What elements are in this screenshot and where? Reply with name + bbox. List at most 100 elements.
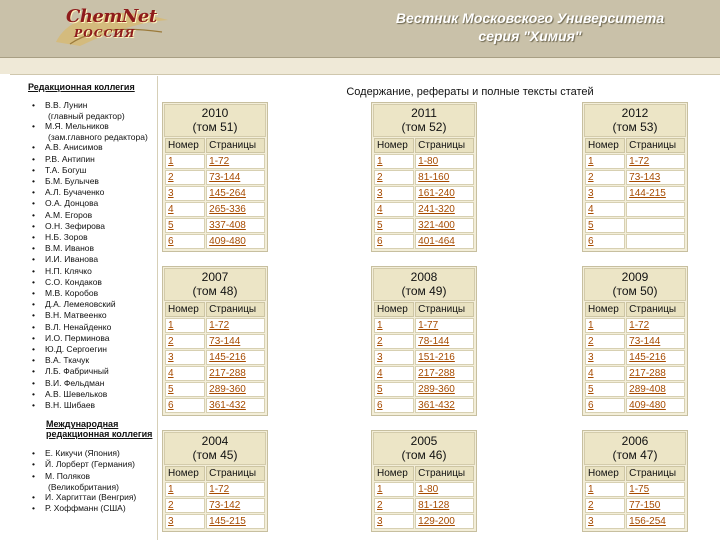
- issue-number-link[interactable]: 2: [588, 500, 594, 511]
- pages-link[interactable]: 1-72: [629, 320, 649, 331]
- pages-link[interactable]: 289-360: [209, 384, 246, 395]
- issue-number-link[interactable]: 4: [168, 204, 174, 215]
- pages-link[interactable]: 1-72: [209, 320, 229, 331]
- issue-number-link[interactable]: 5: [377, 384, 383, 395]
- pages-link[interactable]: 156-254: [629, 516, 666, 527]
- pages-link[interactable]: 73-144: [209, 172, 240, 183]
- issue-number-link[interactable]: 3: [168, 516, 174, 527]
- issue-number-link[interactable]: 6: [588, 236, 594, 247]
- table-row: 1 1-80: [374, 482, 474, 497]
- issue-number-link[interactable]: 2: [588, 172, 594, 183]
- pages-link[interactable]: 289-360: [418, 384, 455, 395]
- pages-link[interactable]: 73-143: [629, 172, 660, 183]
- issue-number-link[interactable]: 2: [588, 336, 594, 347]
- issue-number-link[interactable]: 1: [377, 484, 383, 495]
- issue-number-link[interactable]: 2: [168, 500, 174, 511]
- pages-link[interactable]: 1-80: [418, 484, 438, 495]
- pages-link[interactable]: 81-128: [418, 500, 449, 511]
- pages-link[interactable]: 409-480: [629, 400, 666, 411]
- pages-link[interactable]: 241-320: [418, 204, 455, 215]
- issue-number-link[interactable]: 5: [168, 384, 174, 395]
- table-row: 3 129-200: [374, 514, 474, 529]
- pages-link[interactable]: 73-142: [209, 500, 240, 511]
- issue-number-link[interactable]: 3: [377, 188, 383, 199]
- pages-link[interactable]: 1-77: [418, 320, 438, 331]
- issue-number-link[interactable]: 4: [588, 204, 594, 215]
- pages-link[interactable]: 337-408: [209, 220, 246, 231]
- issue-number-link[interactable]: 6: [168, 400, 174, 411]
- pages-link[interactable]: 1-80: [418, 156, 438, 167]
- pages-link[interactable]: 161-240: [418, 188, 455, 199]
- issues-table: Номер Страницы 1 1-72 2 73-144 3 145-264 4 265-33…: [164, 137, 266, 250]
- pages-link[interactable]: 361-432: [418, 400, 455, 411]
- pages-link[interactable]: 1-72: [209, 484, 229, 495]
- issue-number-link[interactable]: 3: [168, 352, 174, 363]
- issue-number-link[interactable]: 6: [588, 400, 594, 411]
- pages-link[interactable]: 217-288: [209, 368, 246, 379]
- pages-link[interactable]: 217-288: [418, 368, 455, 379]
- issue-number-link[interactable]: 6: [377, 400, 383, 411]
- pages-link[interactable]: 129-200: [418, 516, 455, 527]
- issue-number-link[interactable]: 3: [377, 516, 383, 527]
- issue-number-link[interactable]: 5: [588, 384, 594, 395]
- issue-number-link[interactable]: 3: [588, 352, 594, 363]
- issue-number-link[interactable]: 2: [168, 336, 174, 347]
- pages-link[interactable]: 151-216: [418, 352, 455, 363]
- pages-link[interactable]: 73-144: [209, 336, 240, 347]
- issue-number-link[interactable]: 5: [377, 220, 383, 231]
- table-row: 2 73-144: [165, 170, 265, 185]
- pages-link[interactable]: 145-215: [209, 516, 246, 527]
- issue-number-link[interactable]: 4: [588, 368, 594, 379]
- issue-number-link[interactable]: 3: [168, 188, 174, 199]
- pages-link[interactable]: 1-72: [209, 156, 229, 167]
- issue-number-link[interactable]: 5: [168, 220, 174, 231]
- issue-number-link[interactable]: 5: [588, 220, 594, 231]
- issue-number-link[interactable]: 1: [168, 484, 174, 495]
- issue-number-link[interactable]: 1: [588, 320, 594, 331]
- issue-number-link[interactable]: 2: [377, 500, 383, 511]
- intl-board-heading[interactable]: Международная редакционная коллегия: [10, 419, 156, 439]
- pages-link[interactable]: 81-160: [418, 172, 449, 183]
- pages-link[interactable]: 265-336: [209, 204, 246, 215]
- issue-number-link[interactable]: 3: [588, 188, 594, 199]
- issue-number-link[interactable]: 2: [377, 172, 383, 183]
- issue-number-link[interactable]: 1: [377, 320, 383, 331]
- pages-link[interactable]: 321-400: [418, 220, 455, 231]
- chemnet-logo[interactable]: ChemNet РОССИЯ: [50, 2, 180, 48]
- issue-number-link[interactable]: 4: [168, 368, 174, 379]
- pages-link[interactable]: 145-216: [629, 352, 666, 363]
- table-row: 3 156-254: [585, 514, 685, 529]
- issue-number-link[interactable]: 6: [168, 236, 174, 247]
- issue-number-link[interactable]: 3: [377, 352, 383, 363]
- pages-link[interactable]: 289-408: [629, 384, 666, 395]
- year-label: 2004: [201, 434, 229, 448]
- pages-link[interactable]: 409-480: [209, 236, 246, 247]
- pages-link[interactable]: 77-150: [629, 500, 660, 511]
- pages-link[interactable]: 145-216: [209, 352, 246, 363]
- pages-link[interactable]: 217-288: [629, 368, 666, 379]
- pages-link[interactable]: 78-144: [418, 336, 449, 347]
- pages-link[interactable]: 73-144: [629, 336, 660, 347]
- pages-cell: 1-72: [206, 482, 265, 497]
- pages-cell: 1-72: [626, 318, 685, 333]
- issue-number-link[interactable]: 1: [588, 156, 594, 167]
- pages-link[interactable]: 1-75: [629, 484, 649, 495]
- issue-number-link[interactable]: 1: [168, 156, 174, 167]
- board-heading[interactable]: Редакционная коллегия: [10, 82, 156, 93]
- list-item: • В.М. Иванов: [10, 243, 156, 254]
- issue-number-link[interactable]: 4: [377, 204, 383, 215]
- issue-number-link[interactable]: 4: [377, 368, 383, 379]
- issue-number-link[interactable]: 1: [377, 156, 383, 167]
- bullet-icon: •: [32, 176, 35, 187]
- issue-number-link[interactable]: 6: [377, 236, 383, 247]
- pages-link[interactable]: 144-215: [629, 188, 666, 199]
- issue-number-link[interactable]: 2: [168, 172, 174, 183]
- pages-link[interactable]: 1-72: [629, 156, 649, 167]
- pages-link[interactable]: 145-264: [209, 188, 246, 199]
- issue-number-link[interactable]: 3: [588, 516, 594, 527]
- issue-number-link[interactable]: 1: [588, 484, 594, 495]
- issue-number-link[interactable]: 2: [377, 336, 383, 347]
- pages-link[interactable]: 401-464: [418, 236, 455, 247]
- pages-link[interactable]: 361-432: [209, 400, 246, 411]
- issue-number-link[interactable]: 1: [168, 320, 174, 331]
